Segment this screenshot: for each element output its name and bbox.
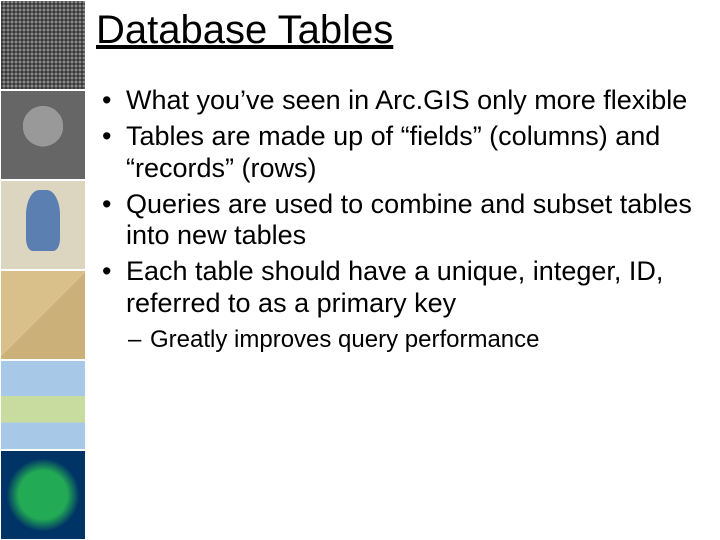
bullet-list: What you’ve seen in Arc.GIS only more fl…	[96, 85, 700, 354]
slide-title: Database Tables	[96, 8, 700, 53]
bullet-item: Queries are used to combine and subset t…	[96, 189, 700, 253]
sidebar-thumbnails	[0, 0, 86, 540]
thumbnail-image	[0, 90, 86, 180]
slide-content: Database Tables What you’ve seen in Arc.…	[86, 0, 720, 540]
bullet-item: What you’ve seen in Arc.GIS only more fl…	[96, 85, 700, 117]
thumbnail-image	[0, 450, 86, 540]
bullet-item: Each table should have a unique, integer…	[96, 256, 700, 354]
sub-bullet-item: Greatly improves query performance	[126, 326, 700, 354]
bullet-text: Each table should have a unique, integer…	[126, 256, 663, 318]
thumbnail-image	[0, 360, 86, 450]
thumbnail-image	[0, 0, 86, 90]
thumbnail-image	[0, 270, 86, 360]
sub-bullet-list: Greatly improves query performance	[126, 326, 700, 354]
bullet-item: Tables are made up of “fields” (columns)…	[96, 121, 700, 185]
thumbnail-image	[0, 180, 86, 270]
